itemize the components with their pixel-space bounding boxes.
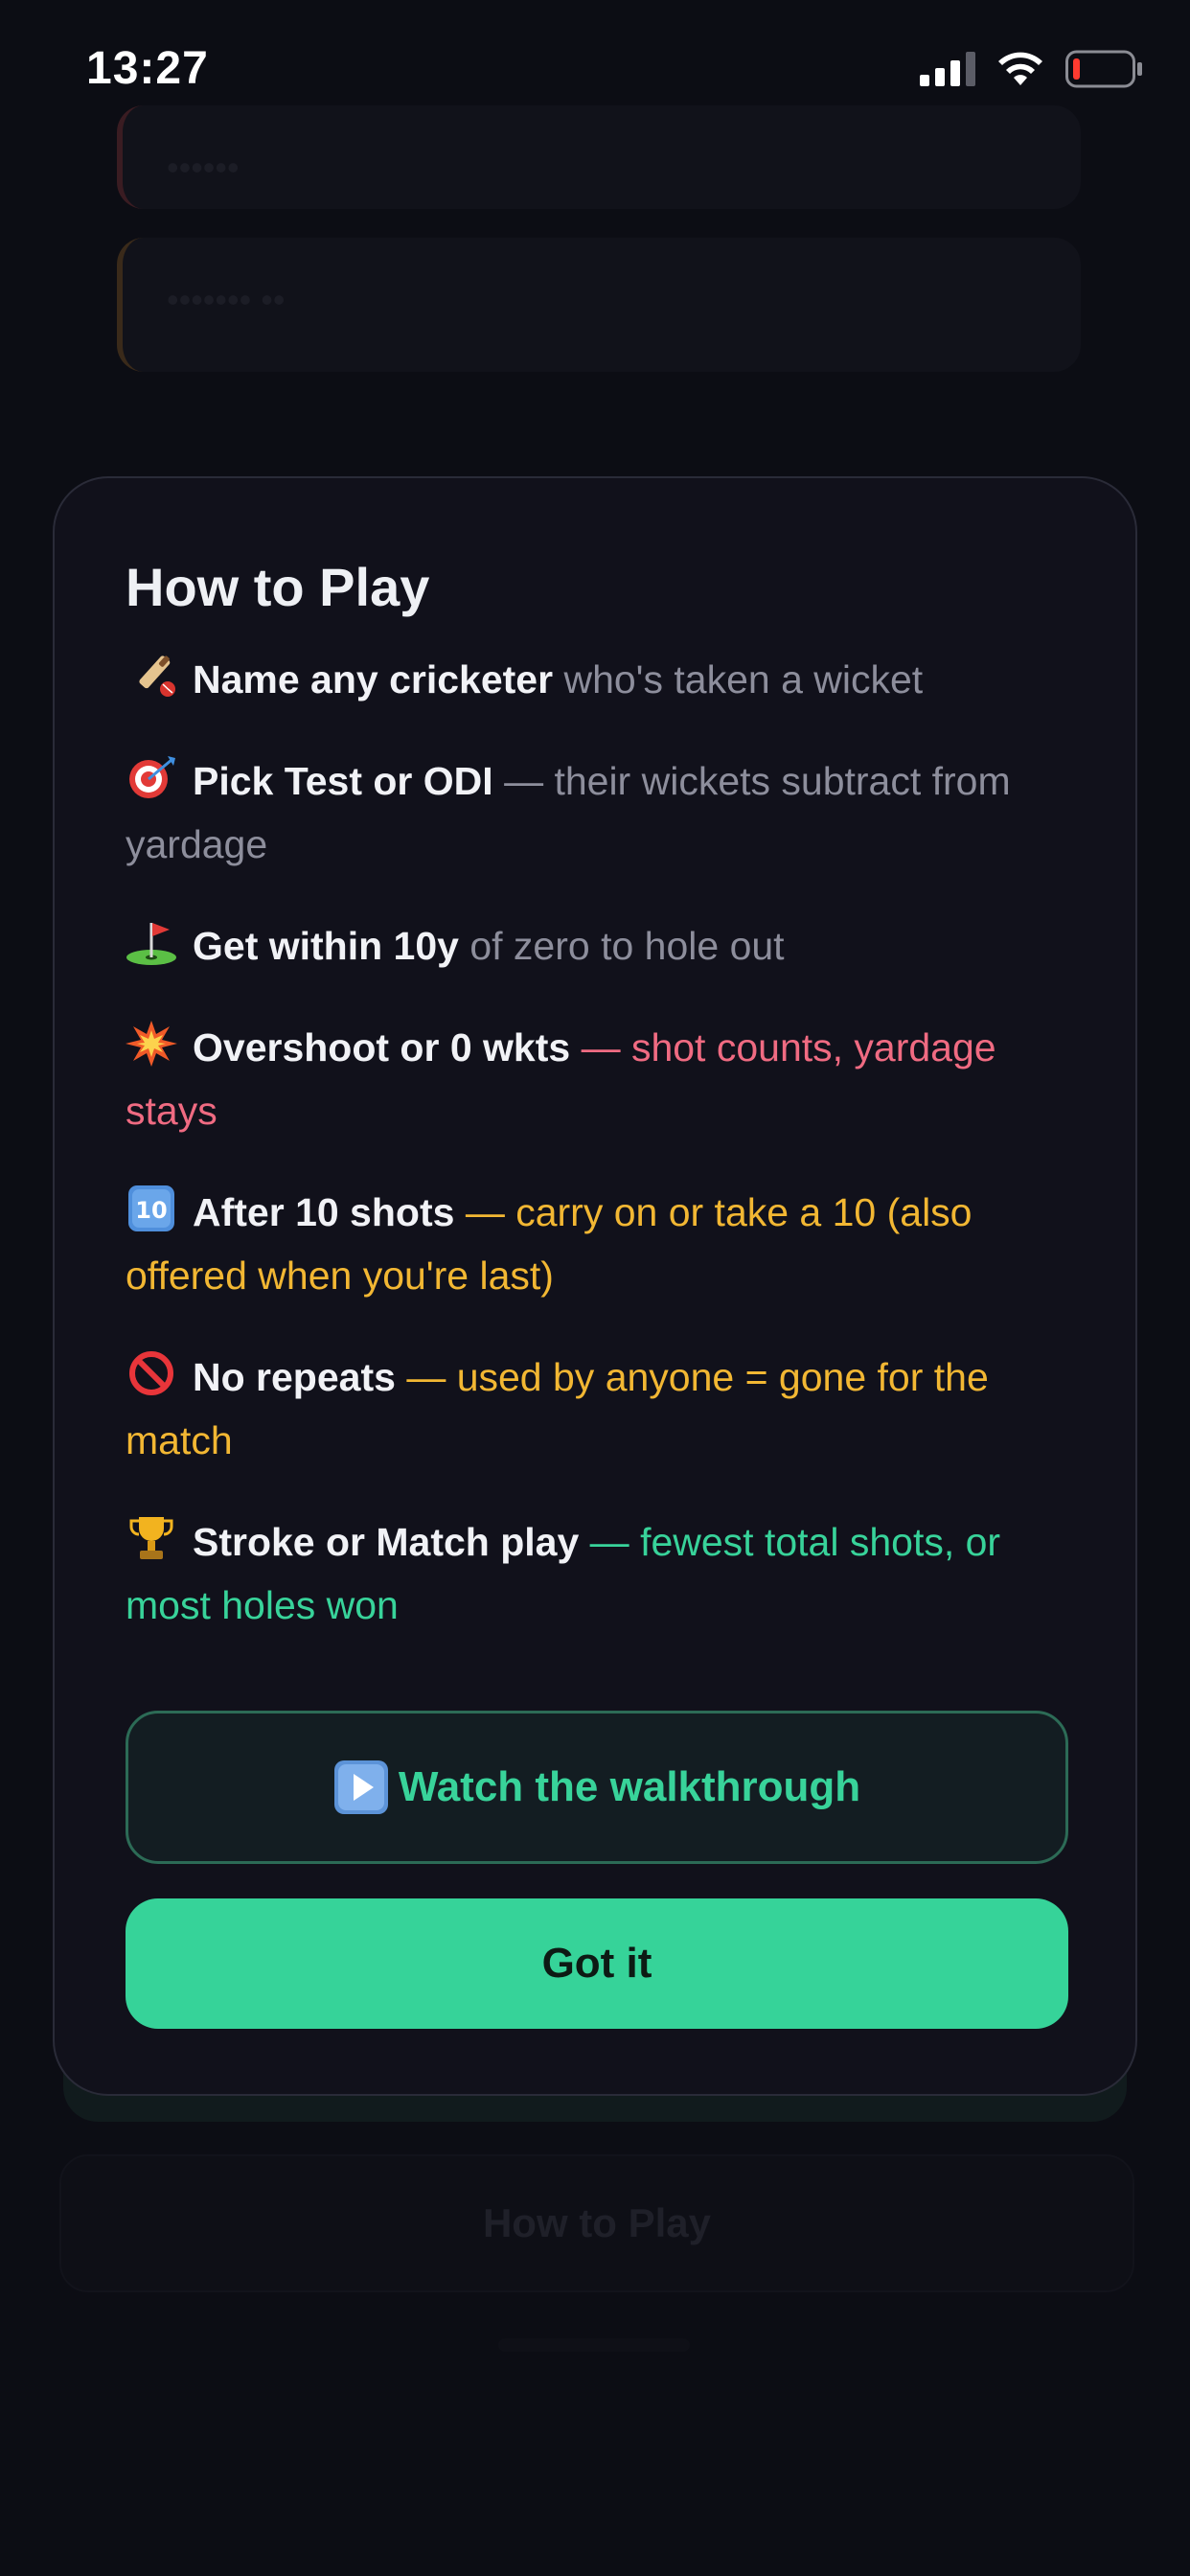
got-it-button[interactable]: Got it [126, 1898, 1068, 2029]
background-card-text: ••••••• •• [167, 280, 286, 319]
rule-title: After 10 shots [193, 1190, 455, 1235]
cricket-bat-icon [126, 653, 177, 699]
rule-item: 10 After 10 shots — carry on or take a 1… [126, 1181, 1064, 1307]
status-icons [920, 50, 1144, 93]
battery-icon [1065, 50, 1144, 93]
keycap-ten-icon: 10 [126, 1185, 177, 1232]
rule-item: Stroke or Match play — fewest total shot… [126, 1510, 1064, 1637]
wifi-icon [996, 51, 1044, 92]
got-it-label: Got it [541, 1940, 652, 1987]
rule-detail: who's taken a wicket [553, 657, 924, 702]
golf-flag-icon [126, 919, 177, 966]
status-time: 13:27 [86, 43, 209, 94]
signal-icon [920, 52, 975, 91]
svg-text:10: 10 [135, 1197, 167, 1224]
rule-title: Pick Test or ODI [193, 759, 493, 804]
rule-item: No repeats — used by anyone = gone for t… [126, 1346, 1064, 1472]
rule-title: Name any cricketer [193, 657, 554, 702]
rule-title: Get within 10y [193, 924, 459, 969]
trophy-icon [126, 1515, 177, 1561]
watch-walkthrough-button[interactable]: Watch the walkthrough [126, 1711, 1068, 1864]
background-card-text: •••••• [167, 148, 240, 187]
background-card: ••••••• •• [117, 238, 1081, 372]
rule-title: No repeats [193, 1355, 396, 1400]
rule-item: Pick Test or ODI — their wickets subtrac… [126, 749, 1064, 876]
play-icon [333, 1760, 389, 1815]
background-how-to-play-button: How to Play [59, 2154, 1134, 2292]
modal-title: How to Play [126, 557, 430, 617]
background-faint-line [498, 2338, 690, 2352]
rule-title: Stroke or Match play [193, 1520, 580, 1565]
how-to-play-modal: How to Play Name any cricketer who's tak… [53, 476, 1137, 2096]
status-bar: 13:27 [0, 0, 1190, 134]
dart-target-icon [126, 754, 177, 800]
rule-item: Name any cricketer who's taken a wicket [126, 648, 1064, 711]
rule-item: Get within 10y of zero to hole out [126, 914, 1064, 978]
watch-walkthrough-label: Watch the walkthrough [398, 1763, 861, 1810]
rule-item: Overshoot or 0 wkts — shot counts, yarda… [126, 1016, 1064, 1142]
background-how-to-play-label: How to Play [482, 2200, 712, 2245]
collision-icon [126, 1021, 177, 1068]
rule-detail: of zero to hole out [458, 924, 785, 969]
prohibited-icon [126, 1350, 177, 1396]
rule-title: Overshoot or 0 wkts [193, 1025, 571, 1070]
